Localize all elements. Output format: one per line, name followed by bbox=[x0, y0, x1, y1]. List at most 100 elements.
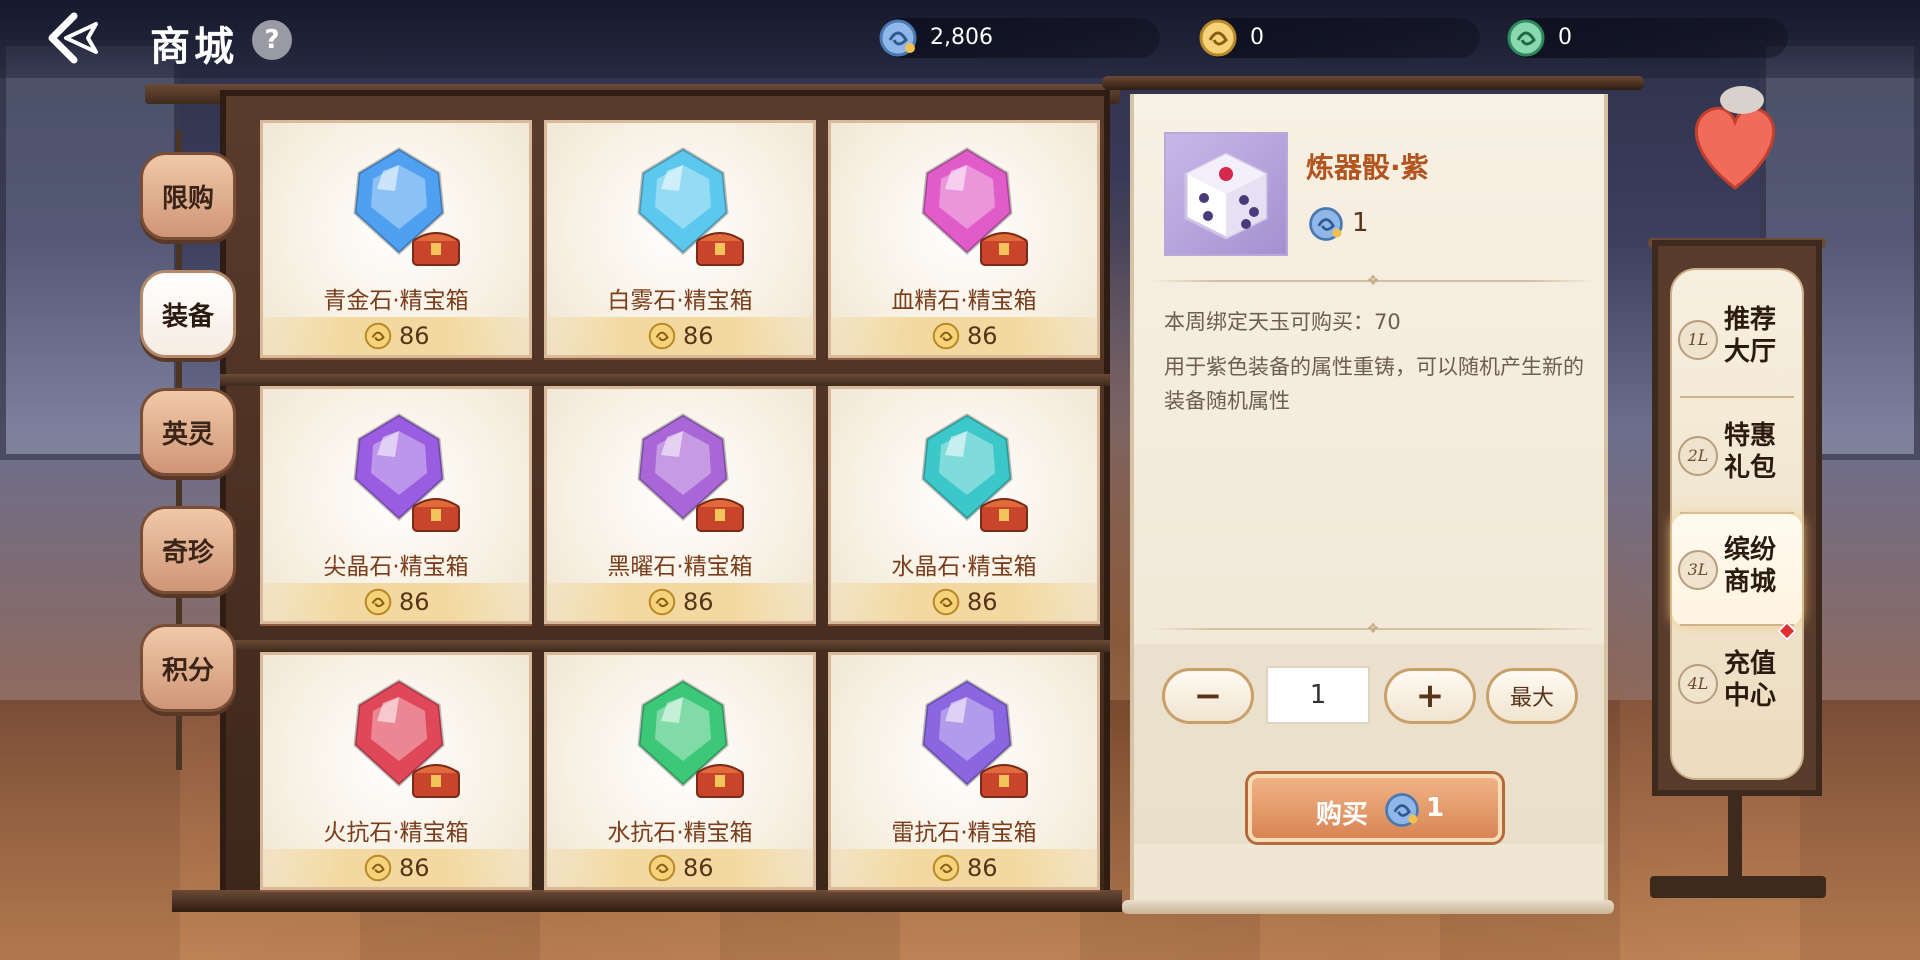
item-card[interactable]: 黑曜石·精宝箱 86 bbox=[544, 386, 816, 624]
floor-1-badge: 1L bbox=[1678, 320, 1718, 360]
floor-3-colorful-mall[interactable]: 3L 缤纷商城 bbox=[1672, 514, 1802, 626]
item-detail-panel: 炼器骰·紫 1 ❖ 本周绑定天玉可购买：70 用于紫色装备的属性重铸，可以随机产… bbox=[1130, 94, 1608, 912]
help-button[interactable]: ? bbox=[252, 20, 292, 60]
item-name: 水抗石·精宝箱 bbox=[607, 820, 753, 846]
divider-top: ❖ bbox=[1150, 273, 1596, 289]
item-price: 86 bbox=[399, 322, 430, 350]
item-name: 白雾石·精宝箱 bbox=[607, 288, 753, 314]
item-price: 86 bbox=[967, 588, 998, 616]
currency-jade: 2,806 bbox=[879, 18, 1160, 58]
increase-quantity-button[interactable]: + bbox=[1384, 668, 1476, 724]
tab-treasure-label: 奇珍 bbox=[161, 537, 214, 568]
floor-4-label: 充值中心 bbox=[1724, 649, 1777, 711]
item-price-bar: 86 bbox=[831, 583, 1097, 621]
item-price-bar: 86 bbox=[547, 317, 813, 355]
divider-bottom: ❖ bbox=[1150, 621, 1596, 637]
decrease-quantity-button[interactable]: − bbox=[1162, 668, 1254, 724]
tab-treasure[interactable]: 奇珍 bbox=[140, 506, 236, 594]
floor-3-badge: 3L bbox=[1678, 550, 1718, 590]
gold-coin-icon bbox=[1199, 19, 1237, 57]
item-card[interactable]: 火抗石·精宝箱 86 bbox=[260, 652, 532, 890]
floor-4-badge: 4L bbox=[1678, 664, 1718, 704]
item-card[interactable]: 青金石·精宝箱 86 bbox=[260, 120, 532, 358]
tab-equipment[interactable]: 装备 bbox=[140, 270, 236, 358]
tab-points[interactable]: 积分 bbox=[140, 624, 236, 712]
blue-jade-coin-icon bbox=[1385, 793, 1419, 827]
tab-spirit-label: 英灵 bbox=[161, 419, 214, 450]
floor-2-badge: 2L bbox=[1678, 436, 1718, 476]
max-quantity-button[interactable]: 最大 bbox=[1486, 668, 1578, 724]
tab-equipment-label: 装备 bbox=[161, 301, 214, 332]
item-card[interactable]: 血精石·精宝箱 86 bbox=[828, 120, 1100, 358]
nav-foot bbox=[1650, 876, 1826, 898]
tab-limited-label: 限购 bbox=[161, 183, 214, 214]
top-bar: 商城 ? 2,806 0 0 bbox=[0, 0, 1920, 78]
treasure-chest-icon bbox=[980, 498, 1028, 532]
currency-green-value: 0 bbox=[1558, 25, 1572, 50]
plus-icon: + bbox=[1415, 676, 1445, 716]
buy-label: 购买 bbox=[1316, 800, 1369, 830]
item-description: 用于紫色装备的属性重铸，可以随机产生新的装备随机属性 bbox=[1164, 355, 1584, 413]
minus-icon: − bbox=[1193, 676, 1223, 716]
item-price-bar: 86 bbox=[547, 849, 813, 887]
item-price-bar: 86 bbox=[831, 849, 1097, 887]
floor-1-label: 推荐大厅 bbox=[1724, 305, 1777, 367]
item-card[interactable]: 尖晶石·精宝箱 86 bbox=[260, 386, 532, 624]
shelf-rail-2 bbox=[220, 640, 1110, 652]
buy-button[interactable]: 购买 1 bbox=[1248, 774, 1502, 842]
item-card[interactable]: 雷抗石·精宝箱 86 bbox=[828, 652, 1100, 890]
page-title: 商城 bbox=[150, 23, 238, 70]
gold-coin-icon bbox=[648, 854, 676, 882]
item-price: 86 bbox=[399, 588, 430, 616]
item-price: 86 bbox=[967, 322, 998, 350]
tab-spirit[interactable]: 英灵 bbox=[140, 388, 236, 476]
gold-coin-icon bbox=[932, 588, 960, 616]
item-price: 86 bbox=[399, 854, 430, 882]
floor-3-label: 缤纷商城 bbox=[1724, 535, 1777, 597]
item-price-bar: 86 bbox=[831, 317, 1097, 355]
blue-jade-coin-icon bbox=[879, 19, 917, 57]
item-price-bar: 86 bbox=[263, 583, 529, 621]
treasure-chest-icon bbox=[412, 498, 460, 532]
currency-gold-value: 0 bbox=[1250, 25, 1264, 50]
detail-item-name: 炼器骰·紫 bbox=[1306, 151, 1429, 184]
item-name: 雷抗石·精宝箱 bbox=[891, 820, 1037, 846]
treasure-chest-icon bbox=[696, 232, 744, 266]
floor-2-special-offers[interactable]: 2L 特惠礼包 bbox=[1672, 400, 1802, 512]
floor-1-recommended[interactable]: 1L 推荐大厅 bbox=[1672, 284, 1802, 396]
nav-separator bbox=[1680, 624, 1794, 626]
gold-coin-icon bbox=[932, 854, 960, 882]
item-price: 86 bbox=[683, 854, 714, 882]
back-arrow-icon bbox=[48, 12, 98, 64]
treasure-chest-icon bbox=[696, 498, 744, 532]
floor-4-recharge[interactable]: 4L 充值中心 bbox=[1672, 628, 1802, 740]
max-label: 最大 bbox=[1509, 686, 1554, 711]
back-button[interactable] bbox=[44, 10, 114, 66]
gold-coin-icon bbox=[364, 322, 392, 350]
shelf-rail-1 bbox=[220, 374, 1110, 386]
tab-limited[interactable]: 限购 bbox=[140, 152, 236, 240]
item-card[interactable]: 水抗石·精宝箱 86 bbox=[544, 652, 816, 890]
item-price-bar: 86 bbox=[547, 583, 813, 621]
item-name: 尖晶石·精宝箱 bbox=[323, 554, 469, 580]
blue-jade-coin-icon bbox=[1309, 207, 1343, 241]
green-coin-icon bbox=[1507, 19, 1545, 57]
currency-jade-value: 2,806 bbox=[930, 25, 993, 50]
shelf-base bbox=[172, 890, 1122, 912]
treasure-chest-icon bbox=[980, 764, 1028, 798]
item-card[interactable]: 水晶石·精宝箱 86 bbox=[828, 386, 1100, 624]
nav-separator bbox=[1680, 396, 1794, 398]
quantity-input[interactable]: 1 bbox=[1266, 666, 1370, 724]
item-name: 火抗石·精宝箱 bbox=[323, 820, 469, 846]
treasure-chest-icon bbox=[412, 232, 460, 266]
item-card[interactable]: 白雾石·精宝箱 86 bbox=[544, 120, 816, 358]
detail-item-cost: 1 bbox=[1352, 208, 1369, 238]
buy-cost: 1 bbox=[1426, 793, 1445, 823]
dice-icon bbox=[1164, 132, 1288, 256]
treasure-chest-icon bbox=[412, 764, 460, 798]
item-name: 血精石·精宝箱 bbox=[891, 288, 1037, 314]
gold-coin-icon bbox=[932, 322, 960, 350]
treasure-chest-icon bbox=[696, 764, 744, 798]
gold-coin-icon bbox=[648, 322, 676, 350]
currency-gold: 0 bbox=[1199, 18, 1480, 58]
